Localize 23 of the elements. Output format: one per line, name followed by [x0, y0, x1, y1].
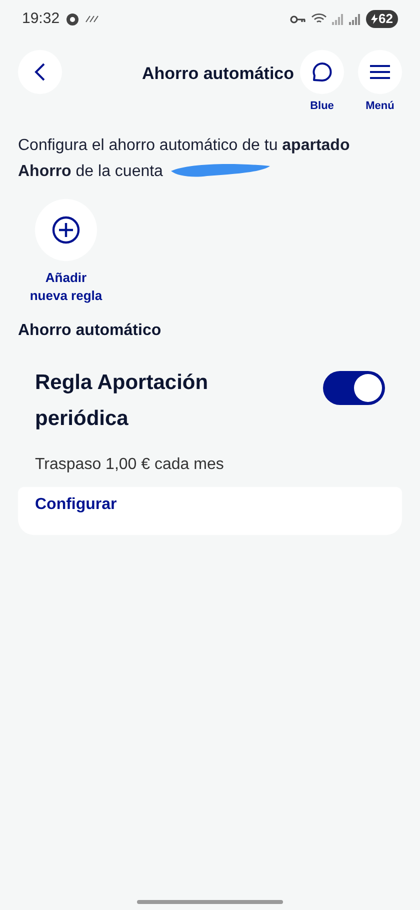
signal-icon: [348, 14, 361, 24]
rule-detail: Traspaso 1,00 € cada mes: [34, 454, 225, 474]
menu-icon: [369, 64, 391, 80]
status-time: 19:32: [22, 8, 60, 29]
chat-bubble-icon: [310, 60, 334, 84]
rule-title: Regla Aportación periódica: [35, 370, 210, 432]
record-icon: [66, 12, 79, 26]
plus-circle-icon: [52, 216, 80, 244]
configure-link[interactable]: Configurar: [35, 492, 117, 516]
page-title: Ahorro automático: [142, 63, 294, 85]
menu-button[interactable]: Menú: [358, 50, 402, 114]
battery-indicator: 62: [366, 10, 398, 28]
back-chevron-icon: [34, 62, 46, 82]
add-rule-button[interactable]: Añadir nueva regla: [22, 198, 110, 304]
back-button[interactable]: [18, 50, 62, 94]
hatch-icon: [84, 15, 99, 23]
chat-button[interactable]: Blue: [300, 50, 344, 114]
section-title: Ahorro automático: [18, 320, 162, 340]
signal-icon: [332, 14, 344, 24]
rule-toggle[interactable]: [323, 370, 385, 404]
wifi-icon: [310, 13, 327, 25]
key-icon: [290, 14, 306, 24]
intro-text: Configura el ahorro automático de tu apartado Ahorro de la cuenta: [18, 132, 402, 184]
